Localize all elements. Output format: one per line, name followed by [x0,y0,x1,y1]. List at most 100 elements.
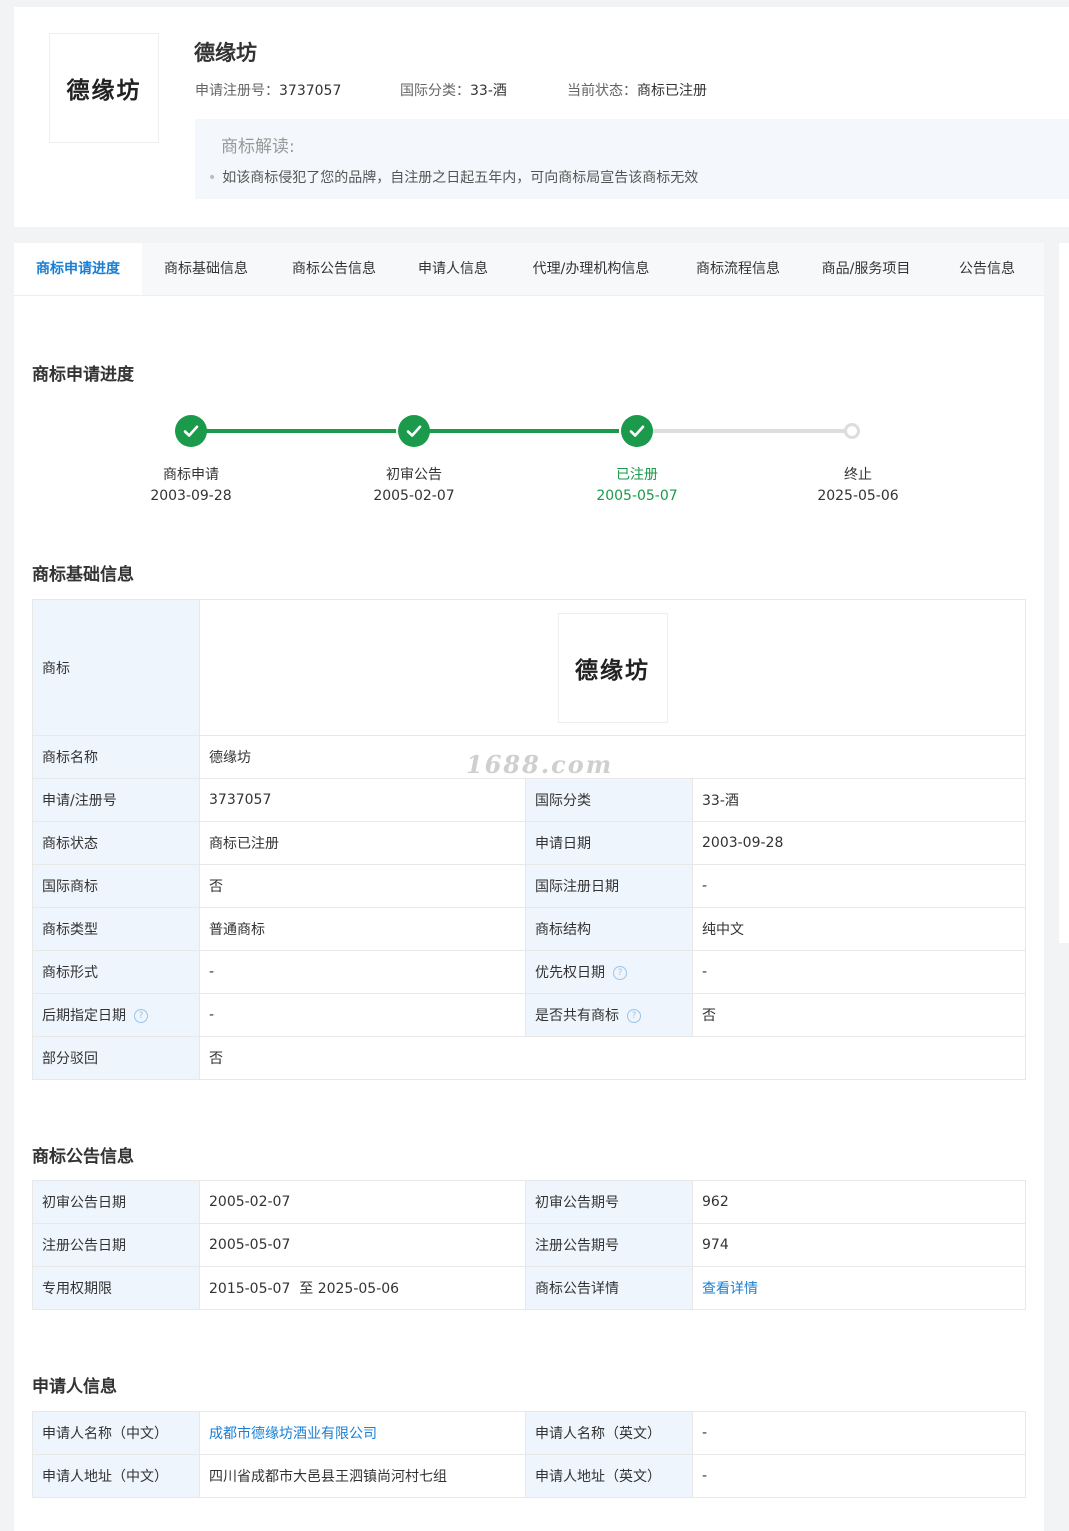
table-value: 33-酒 [692,778,1026,822]
class-meta: 国际分类：33-酒 [400,80,507,100]
applicant-name-link[interactable]: 成都市德缘坊酒业有限公司 [209,1426,377,1442]
table-label: 专用权期限 [32,1266,200,1310]
table-label-text: 是否共有商标 [535,1008,619,1024]
table-value: 普通商标 [199,907,526,951]
basic-info-table: 商标 德缘坊 商标名称 德缘坊 申请/注册号 3737057 国际分类 33-酒… [32,599,1026,1080]
step-date-terminate: 2025-05-06 [817,488,899,504]
table-value: 974 [692,1223,1026,1267]
table-label: 申请人地址（中文） [32,1454,200,1498]
table-label-with-help: 是否共有商标? [525,993,693,1037]
table-row: 专用权期限 2015-05-07 至 2025-05-06 商标公告详情 查看详… [32,1266,1026,1310]
progress-line-3 [652,429,848,433]
reading-item: • 如该商标侵犯了您的品牌，自注册之日起五年内，可向商标局宣告该商标无效 [208,167,698,187]
status-meta: 当前状态：商标已注册 [567,80,707,100]
trademark-image: 德缘坊 [557,612,668,723]
table-row: 商标 德缘坊 [32,599,1026,736]
table-value: - [199,950,526,994]
progress-section-title: 商标申请进度 [32,365,134,385]
tab-notices[interactable]: 公告信息 [930,243,1044,295]
status-value: 商标已注册 [637,83,707,99]
table-value: 查看详情 [692,1266,1026,1310]
reg-no-value: 3737057 [279,83,342,99]
table-row: 部分驳回 否 [32,1036,1026,1080]
table-label: 商标 [32,599,200,736]
table-row: 商标形式 - 优先权日期? - [32,950,1026,994]
table-value: 四川省成都市大邑县王泗镇尚河村七组 [199,1454,526,1498]
help-icon[interactable]: ? [627,1009,641,1023]
trademark-title: 德缘坊 [194,41,257,65]
help-icon[interactable]: ? [613,966,627,980]
tab-goods-services[interactable]: 商品/服务项目 [802,243,930,295]
table-value: 否 [199,864,526,908]
table-value: 962 [692,1180,1026,1224]
table-row: 国际商标 否 国际注册日期 - [32,864,1026,908]
table-value: 否 [199,1036,1026,1080]
tab-announcement-info[interactable]: 商标公告信息 [270,243,398,295]
table-value: - [692,1411,1026,1455]
table-label: 商标形式 [32,950,200,994]
table-value: - [199,993,526,1037]
table-label-text: 后期指定日期 [42,1008,126,1024]
applicant-info-table: 申请人名称（中文） 成都市德缘坊酒业有限公司 申请人名称（英文） - 申请人地址… [32,1411,1026,1498]
table-label: 部分驳回 [32,1036,200,1080]
table-label: 初审公告日期 [32,1180,200,1224]
step-date-apply: 2003-09-28 [150,488,232,504]
reg-no-label: 申请注册号： [195,83,279,99]
tab-basic-info[interactable]: 商标基础信息 [142,243,270,295]
table-value: 3737057 [199,778,526,822]
step-label-apply: 商标申请 [163,467,219,483]
reg-no-meta: 申请注册号：3737057 [195,80,341,100]
table-value: 2005-02-07 [199,1180,526,1224]
basic-section-title: 商标基础信息 [32,565,134,585]
table-value: - [692,864,1026,908]
table-label: 商标结构 [525,907,693,951]
table-label-text: 优先权日期 [535,965,605,981]
step-date-prelim: 2005-02-07 [373,488,455,504]
main-content-card: 商标申请进度 商标基础信息 商标公告信息 申请人信息 代理/办理机构信息 商标流… [14,243,1044,1531]
table-value: 德缘坊 [199,735,1026,779]
table-value: - [692,1454,1026,1498]
progress-line-1 [206,429,396,433]
table-label-with-help: 优先权日期? [525,950,693,994]
table-row: 商标状态 商标已注册 申请日期 2003-09-28 [32,821,1026,865]
tab-process-info[interactable]: 商标流程信息 [674,243,802,295]
view-details-link[interactable]: 查看详情 [702,1281,758,1297]
table-row: 初审公告日期 2005-02-07 初审公告期号 962 [32,1180,1026,1224]
step-pending-dot-icon [844,423,860,439]
table-value: 德缘坊 [199,599,1026,736]
step-date-registered: 2005-05-07 [596,488,678,504]
table-label: 申请/注册号 [32,778,200,822]
trademark-image-text: 德缘坊 [575,656,650,684]
table-label-with-help: 后期指定日期? [32,993,200,1037]
table-label: 申请人名称（英文） [525,1411,693,1455]
table-label: 申请日期 [525,821,693,865]
table-row: 商标类型 普通商标 商标结构 纯中文 [32,907,1026,951]
table-label: 国际商标 [32,864,200,908]
tab-bar: 商标申请进度 商标基础信息 商标公告信息 申请人信息 代理/办理机构信息 商标流… [14,243,1044,296]
step-done-check-icon [621,415,653,447]
step-label-registered: 已注册 [616,467,658,483]
step-done-check-icon [175,415,207,447]
table-value: 2015-05-07 至 2025-05-06 [199,1266,526,1310]
table-value: 纯中文 [692,907,1026,951]
reading-item-text: 如该商标侵犯了您的品牌，自注册之日起五年内，可向商标局宣告该商标无效 [222,170,699,186]
table-label: 注册公告期号 [525,1223,693,1267]
table-label: 申请人地址（英文） [525,1454,693,1498]
table-label: 商标类型 [32,907,200,951]
table-label: 申请人名称（中文） [32,1411,200,1455]
table-label: 国际分类 [525,778,693,822]
tab-applicant-info[interactable]: 申请人信息 [398,243,508,295]
applicant-section-title: 申请人信息 [32,1377,117,1397]
table-value: 商标已注册 [199,821,526,865]
table-row: 申请/注册号 3737057 国际分类 33-酒 [32,778,1026,822]
table-row: 申请人名称（中文） 成都市德缘坊酒业有限公司 申请人名称（英文） - [32,1411,1026,1455]
tab-agency-info[interactable]: 代理/办理机构信息 [508,243,674,295]
announce-section-title: 商标公告信息 [32,1147,134,1167]
table-label: 国际注册日期 [525,864,693,908]
help-icon[interactable]: ? [134,1009,148,1023]
tab-application-progress[interactable]: 商标申请进度 [14,243,142,295]
announce-info-table: 初审公告日期 2005-02-07 初审公告期号 962 注册公告日期 2005… [32,1180,1026,1310]
step-label-prelim: 初审公告 [386,467,442,483]
table-value: 2005-05-07 [199,1223,526,1267]
table-value: 成都市德缘坊酒业有限公司 [199,1411,526,1455]
